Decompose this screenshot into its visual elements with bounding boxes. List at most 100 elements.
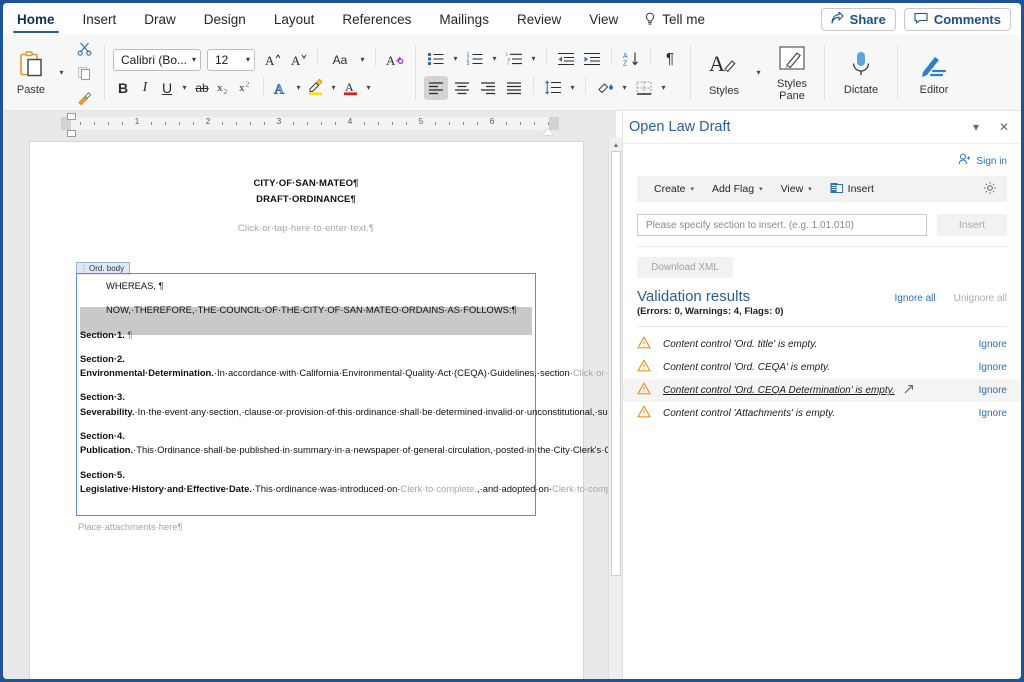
styles-button[interactable]: A Styles (699, 49, 749, 97)
doc-subtitle-placeholder[interactable]: Click·or·tap·here·to·enter·text.¶ (76, 221, 536, 237)
font-size-combobox[interactable]: 12 ▾ (207, 48, 255, 71)
scrollbar-thumb[interactable] (611, 151, 621, 576)
section2-placeholder-1[interactable]: Click·or·tap·here·to·enter·text. (573, 367, 608, 378)
borders-icon[interactable] (632, 76, 656, 100)
open-external-icon[interactable] (903, 382, 914, 400)
view-menu[interactable]: View ▾ (772, 183, 821, 195)
table-row[interactable]: Content control 'Ord. CEQA' is empty. Ig… (623, 356, 1021, 379)
underline-chevron-down-icon[interactable]: ▾ (179, 83, 190, 92)
tell-me-search[interactable]: Tell me (632, 12, 717, 27)
table-row[interactable]: Content control 'Ord. CEQA Determination… (623, 379, 1021, 402)
editor-button[interactable]: Editor (906, 50, 962, 96)
font-color-icon[interactable]: A (341, 77, 361, 99)
borders-chevron-down-icon[interactable]: ▾ (658, 83, 669, 92)
subscript-button[interactable]: x2 (214, 77, 234, 99)
validation-message[interactable]: Content control 'Ord. CEQA Determination… (663, 385, 895, 396)
document-page[interactable]: CITY·OF·SAN·MATEO¶ DRAFT·ORDINANCE¶ Clic… (30, 142, 608, 679)
tab-insert[interactable]: Insert (69, 3, 131, 35)
justify-icon[interactable] (502, 76, 526, 100)
add-flag-menu[interactable]: Add Flag ▾ (703, 183, 772, 195)
shading-icon[interactable] (593, 76, 617, 100)
show-formatting-marks-icon[interactable]: ¶ (658, 47, 682, 71)
strikethrough-button[interactable]: ab (192, 77, 212, 99)
copy-icon[interactable] (72, 61, 96, 85)
sign-in-link[interactable]: Sign in (976, 156, 1007, 167)
font-family-combobox[interactable]: Calibri (Bo... ▾ (113, 48, 201, 71)
align-center-icon[interactable] (450, 76, 474, 100)
tab-view[interactable]: View (575, 3, 632, 35)
clear-formatting-icon[interactable]: A (383, 48, 407, 72)
ignore-link[interactable]: Ignore (979, 385, 1007, 396)
highlight-chevron-down-icon[interactable]: ▾ (328, 83, 339, 92)
section5-placeholder-2[interactable]: Clerk·to·complete. (552, 483, 608, 494)
close-icon[interactable]: ✕ (997, 120, 1011, 134)
scroll-up-arrow-icon[interactable]: ▲ (611, 140, 621, 150)
paste-chevron-down-icon[interactable]: ▾ (56, 69, 67, 77)
insert-button[interactable]: Insert (937, 214, 1007, 236)
ignore-all-link[interactable]: Ignore all (894, 293, 935, 304)
create-menu[interactable]: Create ▾ (645, 183, 703, 195)
share-button[interactable]: Share (820, 7, 896, 31)
tab-review[interactable]: Review (503, 3, 575, 35)
sign-in-row[interactable]: Sign in (623, 144, 1021, 172)
paragraph-whereas[interactable]: WHEREAS, ¶ (80, 279, 532, 293)
right-indent-marker[interactable] (543, 128, 553, 135)
underline-button[interactable]: U (157, 77, 177, 99)
paragraph-section5[interactable]: Section·5. Legislative·History·and·Effec… (80, 468, 608, 497)
tab-references[interactable]: References (328, 3, 425, 35)
ignore-link[interactable]: Ignore (979, 339, 1007, 350)
styles-pane-button[interactable]: Styles Pane (768, 45, 816, 102)
paragraph-section3[interactable]: Section·3. Severability.·In·the·event·an… (80, 390, 608, 419)
table-row[interactable]: Content control 'Attachments' is empty. … (623, 402, 1021, 425)
tab-design[interactable]: Design (190, 3, 260, 35)
dictate-button[interactable]: Dictate (833, 50, 889, 96)
change-case-chevron-down-icon[interactable]: ▾ (357, 55, 368, 64)
ordinance-body[interactable]: WHEREAS, ¶ NOW,·THEREFORE,·THE·COUNCIL·O… (76, 273, 608, 506)
section5-placeholder-1[interactable]: Clerk·to·complete. (400, 483, 477, 494)
numbering-chevron-down-icon[interactable]: ▾ (489, 54, 500, 63)
left-indent-marker[interactable] (67, 130, 76, 137)
shrink-font-icon[interactable]: A (286, 48, 310, 72)
styles-chevron-down-icon[interactable]: ▾ (753, 69, 764, 77)
chevron-down-icon[interactable]: ▾ (969, 120, 983, 134)
paragraph-section4[interactable]: Section·4. Publication.·This·Ordinance·s… (80, 429, 608, 458)
tab-home[interactable]: Home (3, 3, 69, 35)
multilevel-list-icon[interactable]: 1ai (502, 47, 526, 71)
grow-font-icon[interactable]: A (260, 48, 284, 72)
align-right-icon[interactable] (476, 76, 500, 100)
superscript-button[interactable]: x2 (236, 77, 256, 99)
bullets-icon[interactable] (424, 47, 448, 71)
bold-button[interactable]: B (113, 77, 133, 99)
shading-chevron-down-icon[interactable]: ▾ (619, 83, 630, 92)
cut-icon[interactable] (72, 36, 96, 60)
tab-draw[interactable]: Draw (130, 3, 190, 35)
highlight-icon[interactable] (306, 77, 326, 99)
increase-indent-icon[interactable] (580, 47, 604, 71)
first-line-indent-marker[interactable] (67, 113, 76, 120)
line-spacing-chevron-down-icon[interactable]: ▾ (567, 83, 578, 92)
table-row[interactable]: Content control 'Ord. title' is empty. I… (623, 333, 1021, 356)
tab-mailings[interactable]: Mailings (425, 3, 503, 35)
align-left-icon[interactable] (424, 75, 448, 100)
document-canvas[interactable]: CITY·OF·SAN·MATEO¶ DRAFT·ORDINANCE¶ Clic… (3, 137, 608, 679)
insert-section-input[interactable]: Please specify section to insert. (e.g. … (637, 214, 927, 236)
unignore-all-link[interactable]: Unignore all (954, 293, 1007, 304)
change-case-icon[interactable]: Aa (325, 48, 355, 72)
paste-button[interactable]: Paste (8, 50, 54, 96)
sort-icon[interactable]: AZ (619, 47, 643, 71)
line-spacing-icon[interactable] (541, 76, 565, 100)
paragraph-section2[interactable]: Section·2. Environmental·Determination.·… (80, 352, 608, 381)
multilevel-chevron-down-icon[interactable]: ▾ (528, 54, 539, 63)
decrease-indent-icon[interactable] (554, 47, 578, 71)
format-painter-icon[interactable] (72, 86, 96, 110)
italic-button[interactable]: I (135, 77, 155, 99)
ignore-link[interactable]: Ignore (979, 362, 1007, 373)
ignore-link[interactable]: Ignore (979, 408, 1007, 419)
comments-button[interactable]: Comments (903, 7, 1011, 31)
document-vertical-scrollbar[interactable]: ▲ (608, 137, 622, 679)
paragraph-section1[interactable]: Section·1. ¶ (80, 328, 532, 342)
tab-layout[interactable]: Layout (260, 3, 329, 35)
download-xml-button[interactable]: Download XML (637, 257, 733, 278)
horizontal-ruler[interactable]: 1 2 3 4 5 6 (3, 111, 616, 137)
attachments-placeholder[interactable]: Place·attachments·here¶ (78, 521, 183, 532)
